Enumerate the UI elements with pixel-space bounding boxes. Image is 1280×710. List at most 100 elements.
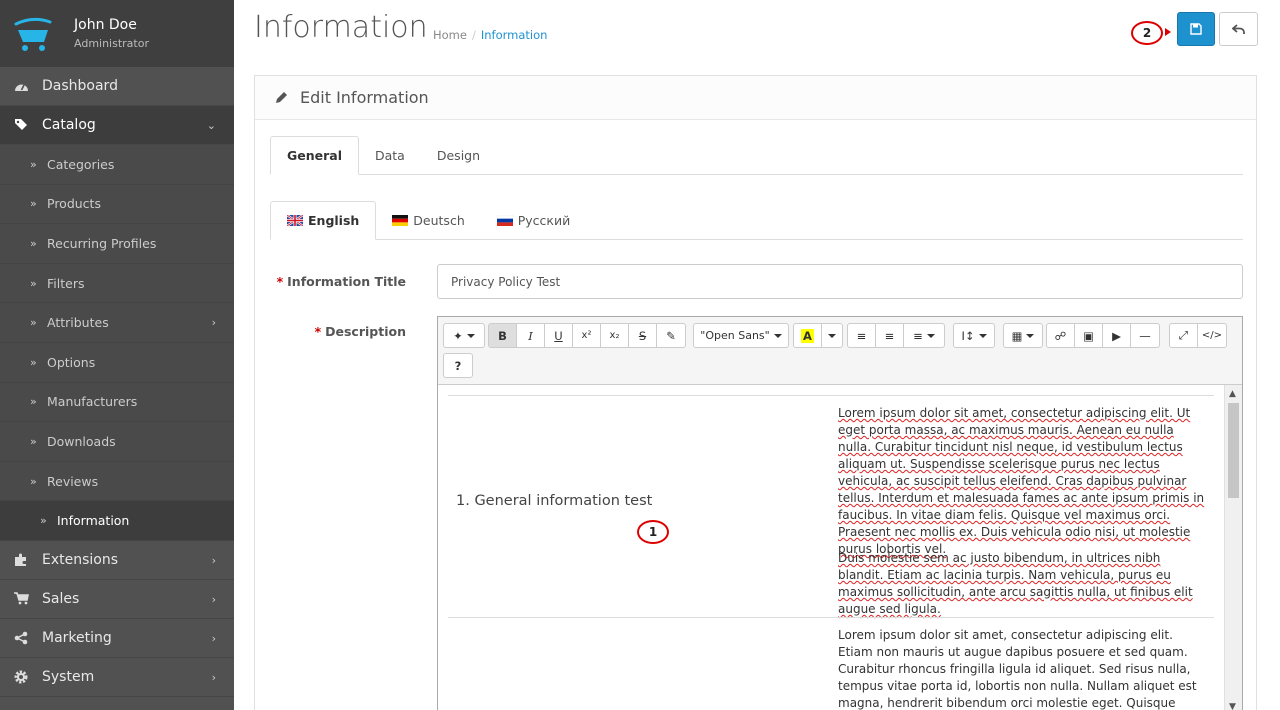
breadcrumb-current[interactable]: Information bbox=[481, 28, 548, 42]
align-left-icon: ≡ bbox=[913, 328, 923, 343]
paragraph-dropdown[interactable]: ≡ bbox=[904, 324, 944, 347]
nav-sub-products[interactable]: » Products bbox=[0, 184, 234, 225]
breadcrumb: Home / Information bbox=[433, 28, 547, 42]
text-color-button[interactable]: A bbox=[794, 324, 822, 347]
editor-scrollbar[interactable]: ▲ ▼ bbox=[1224, 385, 1242, 710]
table-dropdown[interactable]: ▦ bbox=[1004, 324, 1042, 347]
line-height-dropdown[interactable]: I↕ bbox=[954, 324, 994, 347]
nav-catalog[interactable]: Catalog ⌄ bbox=[0, 106, 234, 145]
chevron-right-icon: › bbox=[211, 592, 216, 606]
style-dropdown[interactable]: ✦ bbox=[444, 324, 484, 347]
nav-sub-categories[interactable]: » Categories bbox=[0, 145, 234, 185]
nav-extensions[interactable]: Extensions › bbox=[0, 541, 234, 580]
double-chevron-right-icon: » bbox=[30, 355, 37, 369]
fullscreen-button[interactable]: ⤢ bbox=[1170, 324, 1198, 347]
russian-flag-icon bbox=[496, 215, 513, 226]
nav-catalog-label: Catalog bbox=[42, 117, 96, 133]
link-icon: ☍ bbox=[1054, 328, 1067, 343]
tab-lang-label: English bbox=[308, 213, 360, 228]
tab-lang-russian[interactable]: Русский bbox=[481, 201, 586, 240]
double-chevron-right-icon: » bbox=[30, 395, 37, 409]
bold-button[interactable]: B bbox=[489, 324, 517, 347]
breadcrumb-home[interactable]: Home bbox=[433, 28, 467, 42]
annotation-arrow bbox=[1165, 28, 1171, 36]
nav-sub-label: Attributes bbox=[47, 315, 109, 331]
help-button[interactable]: ? bbox=[444, 354, 472, 377]
shopping-cart-icon bbox=[13, 592, 29, 605]
scroll-thumb[interactable] bbox=[1228, 403, 1239, 498]
chevron-right-icon: › bbox=[211, 631, 216, 645]
superscript-button[interactable]: x² bbox=[573, 324, 601, 347]
nav-sub-label: Options bbox=[47, 354, 96, 370]
double-chevron-right-icon: » bbox=[30, 474, 37, 488]
title-label-text: Information Title bbox=[287, 274, 406, 289]
nav-dashboard[interactable]: Dashboard bbox=[0, 67, 234, 106]
tab-lang-deutsch[interactable]: Deutsch bbox=[376, 201, 480, 240]
nav-extensions-label: Extensions bbox=[42, 551, 119, 568]
table-border bbox=[448, 617, 1214, 618]
horizontal-rule-button[interactable]: — bbox=[1131, 324, 1159, 347]
tab-general[interactable]: General bbox=[270, 136, 359, 175]
strikethrough-button[interactable]: S bbox=[629, 324, 657, 347]
paragraph-3: Lorem ipsum dolor sit amet, consectetur … bbox=[838, 628, 1197, 710]
panel-title: Edit Information bbox=[300, 88, 429, 107]
nav-sub-recurring-profiles[interactable]: » Recurring Profiles bbox=[0, 224, 234, 264]
list-ul-icon: ≡ bbox=[856, 328, 867, 343]
nav-sub-label: Downloads bbox=[47, 433, 116, 449]
style-group: ✦ bbox=[443, 323, 485, 348]
underline-button[interactable]: U bbox=[545, 324, 573, 347]
editor-content[interactable]: 1. General information test Lorem ipsum … bbox=[438, 385, 1224, 710]
table-icon: ▦ bbox=[1011, 328, 1023, 343]
unordered-list-button[interactable]: ≡ bbox=[848, 324, 876, 347]
main-tabs: General Data Design bbox=[270, 136, 1243, 175]
tab-lang-english[interactable]: English bbox=[270, 201, 377, 240]
color-group: A bbox=[793, 323, 843, 348]
help-group: ? bbox=[443, 353, 473, 378]
paragraph-1: Lorem ipsum dolor sit amet, consectetur … bbox=[838, 406, 1205, 556]
information-title-input[interactable] bbox=[437, 264, 1243, 299]
user-profile[interactable]: John Doe Administrator bbox=[0, 0, 234, 67]
video-button[interactable]: ▶ bbox=[1103, 324, 1131, 347]
nav-system[interactable]: System › bbox=[0, 658, 234, 697]
gear-icon bbox=[14, 670, 28, 684]
double-chevron-right-icon: » bbox=[30, 236, 37, 250]
table-group: ▦ bbox=[1003, 323, 1043, 348]
italic-button[interactable]: I bbox=[517, 324, 545, 347]
nav-sub-filters[interactable]: » Filters bbox=[0, 263, 234, 304]
list-ol-icon: ≡ bbox=[884, 328, 895, 343]
nav-marketing[interactable]: Marketing › bbox=[0, 619, 234, 658]
share-icon bbox=[14, 631, 28, 645]
nav-sub-options[interactable]: » Options bbox=[0, 342, 234, 383]
tab-lang-label: Русский bbox=[517, 213, 571, 228]
nav-sales[interactable]: Sales › bbox=[0, 580, 234, 619]
nav-sub-information[interactable]: » Information bbox=[0, 501, 234, 541]
link-button[interactable]: ☍ bbox=[1047, 324, 1075, 347]
nav-sub-reviews[interactable]: » Reviews bbox=[0, 461, 234, 502]
code-view-button[interactable]: </> bbox=[1198, 324, 1226, 347]
table-border bbox=[448, 395, 1214, 396]
font-group: "Open Sans" bbox=[693, 323, 789, 348]
nav-sub-downloads[interactable]: » Downloads bbox=[0, 422, 234, 462]
color-dropdown[interactable] bbox=[822, 324, 842, 347]
save-icon bbox=[1190, 23, 1202, 35]
insert-group: ☍ ▣ ▶ — bbox=[1046, 323, 1160, 348]
save-button[interactable] bbox=[1177, 12, 1215, 46]
tab-design[interactable]: Design bbox=[421, 136, 496, 175]
tags-icon bbox=[14, 119, 27, 130]
nav-sub-attributes[interactable]: » Attributes › bbox=[0, 303, 234, 343]
double-chevron-right-icon: » bbox=[40, 514, 47, 528]
subscript-button[interactable]: x₂ bbox=[601, 324, 629, 347]
code-icon: </> bbox=[1201, 330, 1223, 341]
scroll-up-icon[interactable]: ▲ bbox=[1229, 389, 1236, 399]
german-flag-icon bbox=[392, 215, 409, 226]
nav-sub-manufacturers[interactable]: » Manufacturers bbox=[0, 382, 234, 423]
double-chevron-right-icon: » bbox=[30, 316, 37, 330]
image-button[interactable]: ▣ bbox=[1075, 324, 1103, 347]
scroll-down-icon[interactable]: ▼ bbox=[1229, 702, 1236, 710]
clear-format-button[interactable]: ✎ bbox=[657, 324, 685, 347]
tab-data[interactable]: Data bbox=[359, 136, 421, 175]
font-name-dropdown[interactable]: "Open Sans" bbox=[694, 324, 788, 347]
ordered-list-button[interactable]: ≡ bbox=[876, 324, 904, 347]
nav-marketing-label: Marketing bbox=[42, 629, 112, 646]
back-button[interactable] bbox=[1219, 12, 1258, 46]
